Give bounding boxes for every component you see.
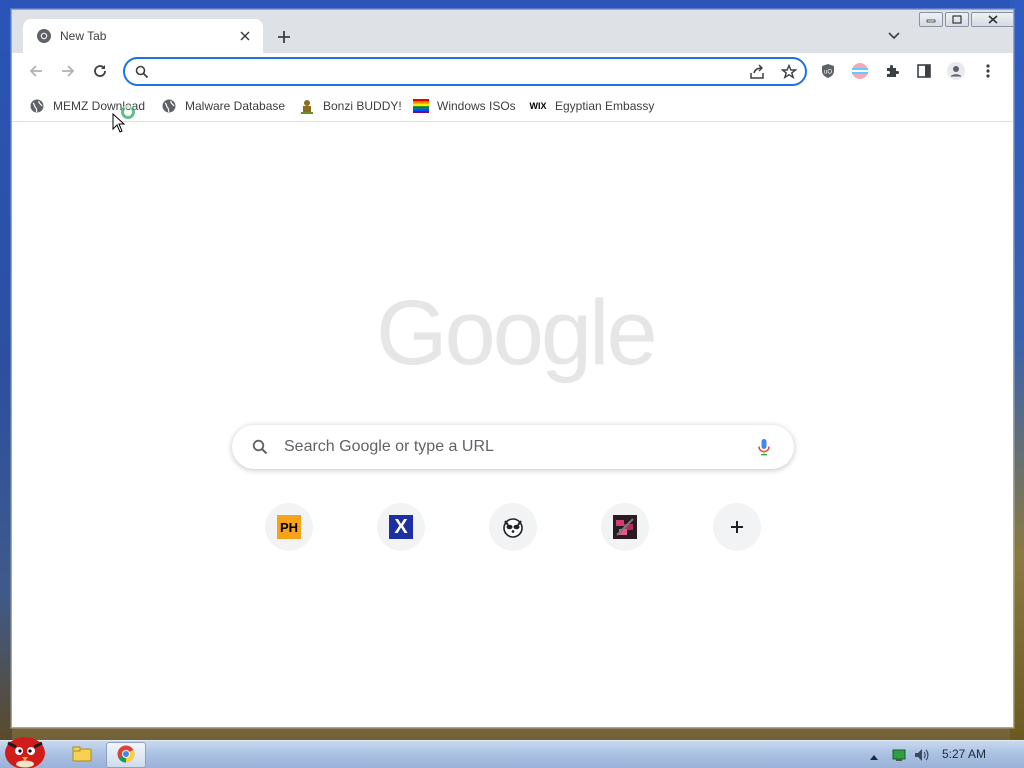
toolbar: uO: [12, 53, 1013, 90]
profile-avatar-icon[interactable]: [946, 61, 966, 81]
forward-arrow-icon[interactable]: [58, 61, 78, 81]
microphone-icon[interactable]: [754, 437, 774, 457]
shortcut-tile-raccoon[interactable]: [457, 503, 569, 587]
pride-flag-extension-icon[interactable]: [850, 61, 870, 81]
search-icon: [135, 65, 149, 82]
bookmark-memz-download[interactable]: MEMZ Download: [29, 96, 145, 116]
start-button[interactable]: [2, 733, 48, 768]
bookmark-egyptian-embassy[interactable]: WIX Egyptian Embassy: [529, 96, 655, 116]
bookmark-bonzi-buddy[interactable]: Bonzi BUDDY!: [299, 96, 402, 116]
maximize-button[interactable]: [945, 12, 969, 27]
network-icon[interactable]: [892, 748, 906, 765]
pixel-art-icon: [601, 503, 649, 551]
add-shortcut-icon: [713, 503, 761, 551]
reload-icon[interactable]: [90, 61, 110, 81]
wix-icon: WIX: [529, 101, 547, 111]
add-shortcut-tile[interactable]: [681, 503, 793, 587]
new-tab-button[interactable]: [274, 27, 294, 47]
back-arrow-icon[interactable]: [26, 61, 46, 81]
tab-new-tab[interactable]: New Tab: [23, 19, 263, 53]
chrome-icon: [117, 745, 135, 766]
volume-icon[interactable]: [914, 748, 930, 765]
share-icon[interactable]: [749, 64, 765, 83]
bonzi-icon: [299, 98, 315, 114]
chevron-down-icon[interactable]: [886, 28, 902, 44]
browser-window: New Tab uO MEMZ Download Malware Databas…: [11, 9, 1014, 728]
google-logo: Google: [376, 282, 658, 384]
bookmark-label: MEMZ Download: [53, 99, 146, 113]
close-window-button[interactable]: [971, 12, 1013, 27]
svg-text:uO: uO: [824, 70, 832, 76]
bookmarks-bar: MEMZ Download Malware Database Bonzi BUD…: [12, 90, 1013, 122]
bookmark-label: Malware Database: [185, 99, 286, 113]
bookmark-label: Windows ISOs: [437, 99, 516, 113]
taskbar-chrome-button[interactable]: [106, 742, 146, 768]
new-tab-page: Google Search Google or type a URL PH X: [12, 123, 1013, 727]
bookmark-label: Egyptian Embassy: [555, 99, 655, 113]
bookmark-label: Bonzi BUDDY!: [323, 99, 402, 113]
menu-kebab-icon[interactable]: [978, 61, 998, 81]
close-tab-icon[interactable]: [237, 28, 253, 44]
taskbar: 5:27 AM: [0, 737, 1024, 768]
ph-icon: PH: [265, 503, 313, 551]
shortcut-tile-x[interactable]: X: [345, 503, 457, 587]
globe-icon: [29, 98, 45, 114]
bookmark-malware-database[interactable]: Malware Database: [161, 96, 285, 116]
globe-icon: [161, 98, 177, 114]
show-hidden-icons-icon[interactable]: [869, 750, 879, 764]
extensions-puzzle-icon[interactable]: [882, 61, 902, 81]
ntp-search-box[interactable]: Search Google or type a URL: [232, 425, 794, 469]
window-controls: [917, 12, 1013, 27]
address-input[interactable]: [155, 62, 735, 82]
taskbar-clock[interactable]: 5:27 AM: [942, 747, 986, 761]
star-bookmark-icon[interactable]: [780, 63, 798, 83]
tab-strip: New Tab: [12, 10, 1013, 53]
tab-title: New Tab: [60, 29, 107, 43]
omnibox[interactable]: [123, 57, 807, 86]
chrome-icon: [36, 28, 52, 44]
search-placeholder: Search Google or type a URL: [284, 438, 494, 455]
raccoon-icon: [489, 503, 537, 551]
ublock-origin-icon[interactable]: uO: [818, 61, 838, 81]
folder-icon: [72, 745, 92, 766]
bookmark-windows-isos[interactable]: Windows ISOs: [413, 96, 516, 116]
side-panel-icon[interactable]: [914, 61, 934, 81]
x-icon: X: [377, 503, 425, 551]
windows-flag-icon: [413, 98, 429, 114]
search-icon: [252, 439, 268, 455]
minimize-button[interactable]: [919, 12, 943, 27]
taskbar-explorer-button[interactable]: [62, 742, 102, 768]
shortcut-tile-ph[interactable]: PH: [233, 503, 345, 587]
shortcut-tile-pixel[interactable]: [569, 503, 681, 587]
